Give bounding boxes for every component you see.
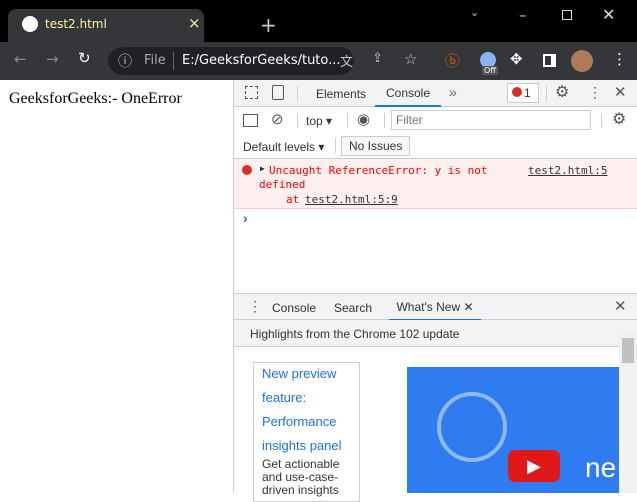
feature-card[interactable]: New preview feature: Performance insight…	[253, 362, 360, 502]
context-value: top	[306, 114, 323, 128]
error-count: 1	[524, 86, 531, 100]
minimize-icon[interactable]: –	[519, 6, 527, 24]
divider	[335, 138, 336, 153]
avatar[interactable]	[571, 50, 593, 72]
divider	[297, 86, 298, 101]
back-icon[interactable]: ←	[14, 50, 27, 68]
close-tab-icon[interactable]: ×	[188, 14, 201, 32]
console-toolbar: ⊘ top ▾ ◉ ⚙ Default levels ▾ No Issues	[234, 107, 637, 159]
error-text: Uncaught ReferenceError: y is not	[269, 164, 488, 177]
divider	[347, 113, 348, 128]
address-text: E:/GeeksforGeeks/tuto...	[182, 53, 341, 68]
drawer-menu-icon[interactable]: ⋮	[248, 298, 262, 315]
tab-console[interactable]: Console	[375, 80, 441, 107]
page-content: GeeksforGeeks:- OneError	[0, 80, 234, 493]
title-bar: test2.html × + ⌄ – ✕	[0, 0, 637, 42]
card-title-line: insights panel	[262, 438, 342, 453]
chrome-logo-outline	[437, 392, 507, 462]
ext-bing-icon[interactable]: ⓑ	[445, 50, 460, 71]
divider	[297, 113, 298, 128]
close-tab-icon[interactable]: ✕	[463, 300, 473, 314]
forward-icon[interactable]: →	[46, 50, 59, 68]
new-tab-icon[interactable]: +	[260, 13, 277, 37]
menu-icon[interactable]: ⋮	[612, 50, 627, 68]
highlights-header: Highlights from the Chrome 102 update	[234, 320, 637, 347]
drawer-tab-console[interactable]: Console	[272, 301, 316, 315]
share-icon[interactable]: ⇪	[372, 51, 383, 66]
error-count-badge[interactable]: 1	[507, 83, 539, 103]
more-options-icon[interactable]: ⋮	[588, 84, 602, 101]
console-error-message: ▶ Uncaught ReferenceError: y is not defi…	[234, 159, 637, 209]
browser-tab[interactable]: test2.html ×	[8, 9, 204, 42]
highlights-title: Highlights from the Chrome 102 update	[250, 327, 460, 341]
more-tabs-button[interactable]: »	[449, 84, 457, 100]
globe-icon	[22, 16, 38, 32]
console-settings-icon[interactable]: ⚙	[612, 109, 626, 129]
drawer-tab-search[interactable]: Search	[334, 301, 372, 315]
levels-value: Default levels	[243, 140, 316, 154]
scrollbar-thumb[interactable]	[622, 338, 634, 363]
divider	[173, 52, 174, 70]
context-select[interactable]: top ▾	[306, 114, 332, 128]
card-title-line: New preview	[262, 366, 337, 381]
devtools-tabbar: Elements Console » 1 ⚙ ⋮ ✕	[234, 80, 637, 107]
video-text: ne	[585, 452, 617, 483]
error-icon	[512, 87, 522, 97]
inspect-icon[interactable]	[245, 86, 258, 99]
card-title-line: Performance	[262, 414, 337, 429]
expand-triangle-icon[interactable]: ▶	[260, 164, 265, 173]
issues-button[interactable]: No Issues	[341, 136, 411, 156]
bookmark-star-icon[interactable]: ☆	[404, 50, 417, 68]
settings-icon[interactable]: ⚙	[555, 82, 569, 102]
error-icon	[242, 165, 252, 175]
info-icon: ⓘ	[118, 54, 132, 70]
reload-icon[interactable]: ↻	[78, 49, 91, 67]
drawer-tab-whats-new[interactable]: What's New ✕	[389, 294, 481, 321]
divider	[384, 113, 385, 128]
card-body: Get actionable and use-case-driven insig…	[262, 457, 340, 497]
divider	[546, 86, 547, 101]
scrollbar[interactable]	[619, 334, 637, 493]
tab-title: test2.html	[45, 17, 107, 31]
card-title-line: feature:	[262, 390, 307, 405]
divider	[601, 113, 602, 128]
device-toggle-icon[interactable]	[272, 85, 284, 100]
clear-console-icon[interactable]: ⊘	[271, 110, 284, 128]
translate-icon[interactable]: 文	[340, 51, 353, 70]
page-text: GeeksforGeeks:- OneError	[9, 90, 182, 107]
stack-link[interactable]: test2.html:5:9	[305, 193, 398, 206]
tab-elements[interactable]: Elements	[316, 87, 366, 101]
close-drawer-icon[interactable]: ✕	[614, 297, 627, 315]
maximize-icon[interactable]	[562, 10, 572, 20]
close-window-icon[interactable]: ✕	[602, 5, 615, 24]
live-expression-eye-icon[interactable]: ◉	[357, 110, 370, 128]
extensions-icon[interactable]: ✥	[510, 50, 523, 68]
ext-badge: Off	[482, 66, 498, 75]
tab-search-icon[interactable]: ⌄	[470, 6, 479, 19]
address-scheme: File	[144, 53, 166, 68]
address-bar[interactable]: ⓘ File E:/GeeksforGeeks/tuto... 文 ⇪ ☆	[108, 47, 417, 75]
video-thumbnail[interactable]: ▶ ne	[407, 367, 619, 493]
devtools-panel: Elements Console » 1 ⚙ ⋮ ✕ ⊘ top ▾ ◉ ⚙ D…	[234, 80, 637, 502]
youtube-play-icon: ▶	[508, 450, 560, 482]
drawer-tabbar: ⋮ Console Search What's New ✕ ✕	[234, 293, 637, 321]
stack-at: at	[286, 193, 300, 206]
error-text-cont: defined	[259, 178, 306, 191]
log-levels-select[interactable]: Default levels ▾	[243, 140, 324, 154]
side-panel-icon[interactable]	[543, 54, 556, 67]
close-devtools-icon[interactable]: ✕	[614, 83, 627, 101]
filter-input[interactable]	[391, 110, 591, 130]
console-prompt[interactable]: ›	[243, 210, 248, 226]
sidebar-toggle-icon[interactable]	[243, 114, 258, 127]
error-source-link[interactable]: test2.html:5	[528, 164, 607, 177]
whats-new-label: What's New	[396, 300, 461, 314]
